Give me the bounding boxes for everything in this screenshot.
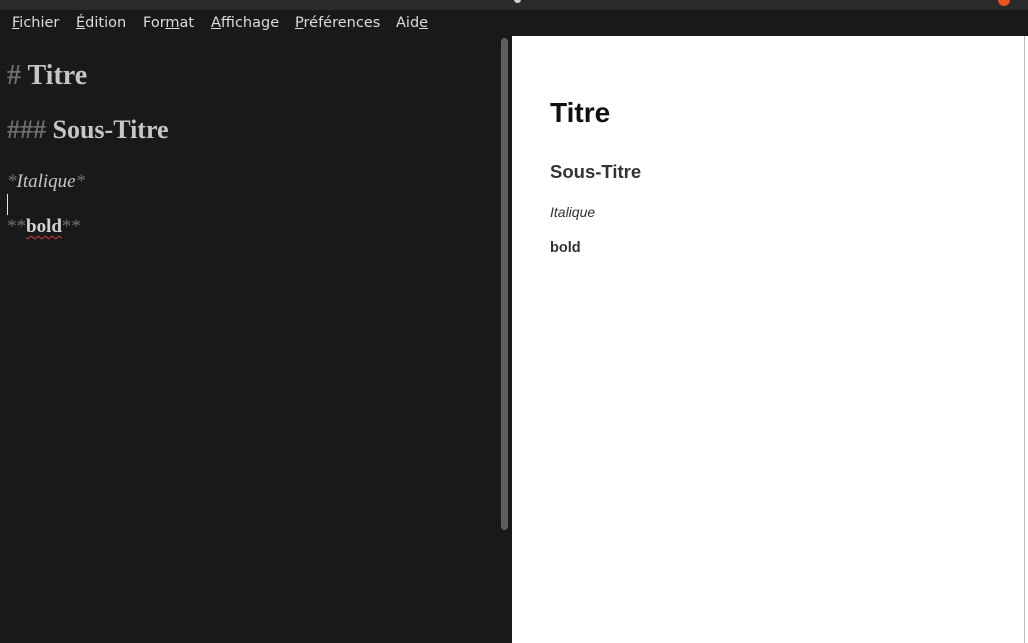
menu-label-after: ichier [19, 15, 60, 31]
italic-marker-open: * [7, 171, 17, 192]
menu-mnemonic: É [76, 15, 86, 31]
editor-line-bold[interactable]: **bold** [7, 216, 81, 238]
window-titlebar [0, 0, 1028, 10]
heading-text: Sous-Titre [52, 115, 169, 144]
close-window-button[interactable] [998, 0, 1010, 6]
editor-scrollbar[interactable] [500, 38, 512, 643]
menu-label-before: Aid [396, 15, 420, 31]
menu-mnemonic: m [165, 15, 180, 31]
editor-line-italic[interactable]: *Italique* [7, 171, 85, 193]
preview-heading-3: Sous-Titre [550, 161, 642, 182]
menu-mnemonic: A [211, 15, 221, 31]
menu-format[interactable]: Format [143, 15, 194, 31]
bold-marker-open: ** [7, 216, 26, 237]
preview-italic-text: Italique [550, 204, 596, 220]
menu-aide[interactable]: Aide [396, 15, 428, 31]
preview-scrollbar[interactable] [1024, 36, 1028, 643]
heading-text: Titre [27, 60, 88, 91]
heading-marker: # [7, 60, 21, 91]
bold-marker-close: ** [61, 216, 81, 237]
italic-text: Italique [16, 171, 76, 192]
window-title-icon [514, 0, 521, 3]
html-preview: Titre Sous-Titre Italique bold [512, 36, 1024, 643]
menu-label-before: For [143, 15, 166, 31]
markdown-editor[interactable]: # Titre ### Sous-Titre *Italique* **bold… [0, 38, 512, 643]
italic-marker-close: * [75, 171, 86, 192]
preview-heading-1: Titre [550, 97, 611, 128]
menu-label-after: ffichage [220, 15, 280, 31]
heading-marker: ### [7, 115, 46, 144]
menu-mnemonic: e [419, 15, 429, 31]
bold-text-misspelled: bold [26, 216, 62, 237]
menu-label-after: références [303, 15, 381, 31]
menu-label-after: at [179, 15, 195, 31]
menu-affichage[interactable]: Affichage [211, 15, 279, 31]
menu-edition[interactable]: Édition [76, 15, 126, 31]
preview-bold-text: bold [550, 240, 581, 256]
menu-mnemonic: P [295, 15, 304, 31]
menubar: Fichier Édition Format Affichage Préfére… [0, 10, 1028, 38]
menu-preferences[interactable]: Préférences [295, 15, 380, 31]
menu-fichier[interactable]: Fichier [12, 15, 59, 31]
editor-line-h1[interactable]: # Titre [7, 60, 87, 92]
menu-label-after: dition [85, 15, 127, 31]
editor-line-h3[interactable]: ### Sous-Titre [7, 115, 169, 145]
editor-scrollbar-thumb[interactable] [501, 38, 508, 530]
text-cursor [7, 194, 8, 215]
